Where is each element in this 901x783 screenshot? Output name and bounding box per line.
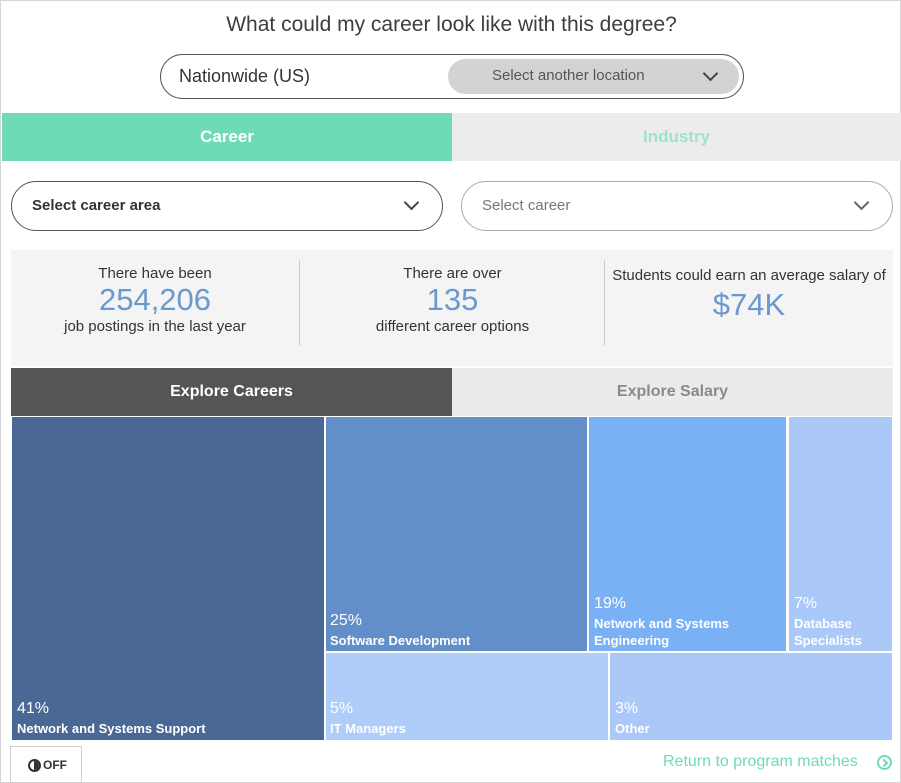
treemap-percent: 3% [615, 700, 639, 717]
return-to-program-matches-link[interactable]: Return to program matches [663, 753, 858, 771]
treemap-label: Software Development [330, 633, 471, 648]
chevron-down-icon [853, 194, 870, 211]
treemap-label: Database Specialists [794, 616, 862, 648]
treemap-label: Network and Systems Support [17, 721, 206, 736]
treemap-cell-other[interactable]: 3% Other [610, 653, 892, 740]
career-treemap: 41% Network and Systems Support 25% Soft… [11, 416, 893, 741]
stat-careers-value: 135 [426, 282, 479, 317]
stat-postings-pre: There have been [98, 265, 212, 282]
treemap-cell-network-systems-engineering[interactable]: 19% Network and Systems Engineering [589, 417, 786, 651]
treemap-label: IT Managers [330, 721, 406, 736]
treemap-label: Other [615, 721, 650, 736]
chevron-down-icon [403, 194, 420, 211]
stat-average-salary: Students could earn an average salary of… [605, 250, 893, 366]
treemap-percent: 41% [17, 700, 50, 717]
career-area-label: Select career area [32, 197, 161, 214]
tab-career[interactable]: Career [2, 113, 452, 161]
stat-postings-value: 254,206 [98, 282, 212, 317]
stat-career-options: There are over 135 different career opti… [300, 250, 605, 366]
treemap-percent: 5% [330, 700, 354, 717]
page-title: What could my career look like with this… [226, 13, 677, 36]
contrast-icon [28, 759, 41, 772]
stat-job-postings: There have been 254,206 job postings in … [11, 250, 299, 366]
stats-panel: There have been 254,206 job postings in … [11, 250, 893, 366]
treemap-percent: 7% [794, 595, 818, 612]
chevron-down-icon [702, 65, 719, 82]
stat-salary-pre: Students could earn an average salary of [612, 267, 886, 284]
location-bar: Nationwide (US) Select another location [160, 54, 744, 99]
tab-explore-salary[interactable]: Explore Salary [452, 368, 893, 416]
accessibility-state: OFF [43, 758, 67, 772]
treemap-percent: 25% [330, 612, 363, 629]
stat-salary-value: $74K [712, 287, 786, 322]
treemap-cell-software-development[interactable]: 25% Software Development [326, 417, 587, 651]
treemap-cell-database-specialists[interactable]: 7% Database Specialists [789, 417, 892, 651]
treemap-label: Network and Systems Engineering [594, 616, 730, 648]
treemap-cell-network-systems-support[interactable]: 41% Network and Systems Support [12, 417, 324, 740]
treemap-cell-it-managers[interactable]: 5% IT Managers [326, 653, 608, 740]
career-label: Select career [482, 197, 571, 214]
career-area-dropdown[interactable]: Select career area [11, 181, 443, 231]
arrow-circle-right-icon[interactable] [877, 755, 892, 770]
accessibility-toggle[interactable]: OFF [10, 746, 82, 783]
select-location-label: Select another location [492, 67, 645, 84]
treemap-percent: 19% [594, 595, 627, 612]
stat-careers-pre: There are over [403, 265, 502, 282]
select-location-dropdown[interactable]: Select another location [448, 59, 739, 94]
widget-frame: What could my career look like with this… [0, 0, 901, 783]
stat-careers-post: different career options [375, 318, 530, 335]
tab-industry[interactable]: Industry [452, 113, 901, 161]
stat-postings-post: job postings in the last year [64, 318, 246, 335]
current-location: Nationwide (US) [179, 66, 311, 86]
career-dropdown[interactable]: Select career [461, 181, 893, 231]
tab-explore-careers[interactable]: Explore Careers [11, 368, 452, 416]
